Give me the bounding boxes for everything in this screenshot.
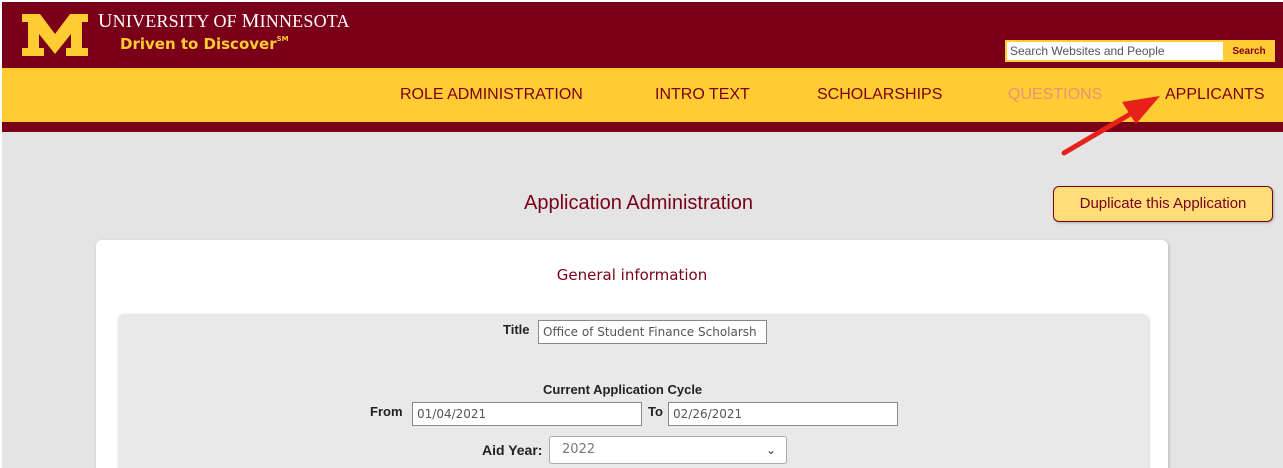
from-date-input[interactable]: 01/04/2021: [412, 402, 642, 426]
title-label: Title: [503, 322, 530, 337]
search-bar: Search Websites and People Search: [1005, 40, 1275, 62]
to-label: To: [648, 404, 663, 419]
form-panel: Title Office of Student Finance Scholars…: [118, 314, 1148, 468]
chevron-down-icon: ⌄: [765, 443, 776, 457]
nav-applicants[interactable]: APPLICANTS: [1165, 86, 1265, 104]
main-content: Application Administration Duplicate thi…: [2, 132, 1283, 468]
search-button[interactable]: Search: [1225, 42, 1273, 60]
from-label: From: [370, 404, 403, 419]
university-name[interactable]: UNIVERSITY OF MINNESOTA: [98, 10, 350, 33]
page-title: Application Administration: [524, 192, 754, 214]
aid-year-label: Aid Year:: [482, 442, 543, 458]
title-input[interactable]: Office of Student Finance Scholarsh: [538, 320, 767, 344]
red-arrow-annotation: [1061, 96, 1160, 156]
nav-role-administration[interactable]: ROLE ADMINISTRATION: [400, 86, 583, 104]
to-date-input[interactable]: 02/26/2021: [668, 402, 898, 426]
site-header: UNIVERSITY OF MINNESOTA Driven to Discov…: [2, 2, 1283, 68]
section-title: General information: [556, 266, 708, 284]
search-input[interactable]: Search Websites and People: [1007, 42, 1223, 60]
page: UNIVERSITY OF MINNESOTA Driven to Discov…: [0, 0, 1283, 468]
university-logo-icon[interactable]: [20, 12, 90, 58]
nav-scholarships[interactable]: SCHOLARSHIPS: [817, 86, 942, 104]
cycle-heading: Current Application Cycle: [543, 382, 703, 397]
nav-intro-text[interactable]: INTRO TEXT: [655, 86, 750, 104]
general-information-card: General information Title Office of Stud…: [96, 240, 1168, 468]
aid-year-select[interactable]: 2022 ⌄: [549, 436, 787, 464]
duplicate-application-button[interactable]: Duplicate this Application: [1053, 186, 1273, 222]
aid-year-value: 2022: [562, 442, 596, 457]
tagline: Driven to DiscoverSM: [120, 35, 289, 53]
